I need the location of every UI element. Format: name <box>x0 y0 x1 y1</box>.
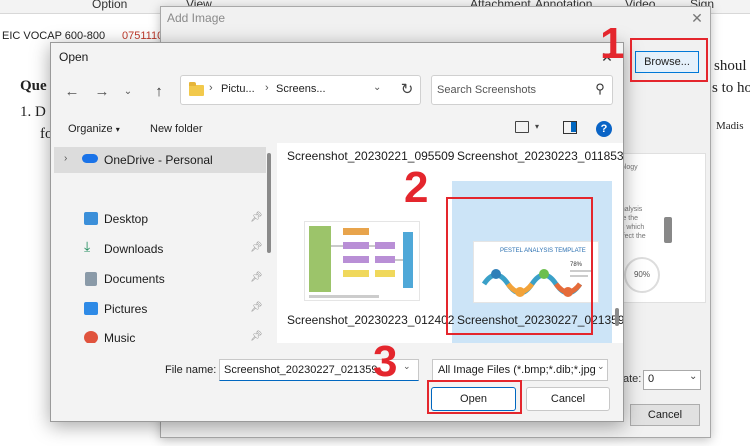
address-bar[interactable]: › Pictu... › Screens... ⌄ ↻ <box>180 75 421 105</box>
navigation-pane: › OneDrive - Personal Desktop 📌︎ ⤓ Downl… <box>52 143 274 343</box>
sidebar-item-label: Pictures <box>104 302 148 316</box>
sidebar-item-label: Desktop <box>104 212 149 226</box>
chevron-down-icon[interactable]: ▾ <box>535 122 539 131</box>
music-icon <box>84 331 98 343</box>
nav-scrollbar[interactable] <box>267 153 271 253</box>
chevron-down-icon[interactable]: ⌄ <box>689 371 697 382</box>
folder-icon <box>189 82 204 96</box>
sidebar-item-desktop[interactable]: Desktop 📌︎ <box>54 208 266 230</box>
sidebar-item-pictures[interactable]: Pictures 📌︎ <box>54 298 266 320</box>
view-icon[interactable] <box>515 121 529 133</box>
sidebar-item-label: OneDrive - Personal <box>104 153 213 167</box>
sidebar-item-onedrive[interactable]: › OneDrive - Personal <box>54 147 266 173</box>
open-highlight-box <box>427 380 522 414</box>
organize-button[interactable]: Organize ▾ <box>68 123 120 135</box>
search-input[interactable] <box>437 82 587 98</box>
file-item-label[interactable]: Screenshot_20230221_095509 <box>287 149 454 164</box>
step-number: 3 <box>373 337 398 386</box>
search-icon[interactable]: ⚲ <box>592 81 608 97</box>
cloud-icon <box>82 154 98 163</box>
forward-arrow-icon[interactable]: → <box>93 83 111 101</box>
chevron-down-icon[interactable]: ⌄ <box>119 83 137 101</box>
sidebar-item-label: Downloads <box>104 242 164 256</box>
sidebar-item-music[interactable]: Music 📌︎ <box>54 327 266 343</box>
chevron-down-icon: ▾ <box>115 125 120 134</box>
breadcrumb-item[interactable]: Screens... <box>276 83 326 95</box>
document-text: Que <box>20 78 47 94</box>
document-page-left: Que 1. D fo <box>0 46 56 446</box>
new-folder-button[interactable]: New folder <box>150 123 203 135</box>
file-thumbnail[interactable] <box>304 221 420 301</box>
file-item-label[interactable]: Screenshot_20230223_012402 <box>287 313 454 328</box>
chevron-down-icon[interactable]: ⌄ <box>403 361 411 372</box>
preview-pane-icon[interactable] <box>563 121 577 134</box>
add-image-cancel-button[interactable]: Cancel <box>630 404 700 426</box>
sidebar-item-label: Documents <box>104 272 165 286</box>
browse-highlight-box <box>630 38 708 82</box>
desktop-icon <box>84 212 98 225</box>
preview-percent: 90% <box>624 257 660 293</box>
chevron-right-icon[interactable]: › <box>64 153 67 164</box>
chevron-down-icon[interactable]: ⌄ <box>373 82 381 93</box>
cancel-button[interactable]: Cancel <box>526 387 610 411</box>
open-dialog-title: Open <box>59 50 89 64</box>
download-icon: ⤓ <box>84 238 91 254</box>
rotate-label: ate: <box>623 373 642 385</box>
sidebar-item-downloads[interactable]: ⤓ Downloads 📌︎ <box>54 238 266 260</box>
document-text: 1. D <box>20 104 46 120</box>
refresh-icon[interactable]: ↻ <box>396 79 418 101</box>
step-number: 2 <box>404 163 429 212</box>
pin-icon[interactable]: 📌︎ <box>250 272 263 283</box>
document-text: Madis <box>716 120 744 132</box>
preview-next-handle[interactable] <box>664 217 672 243</box>
back-arrow-icon[interactable]: ← <box>63 83 81 101</box>
breadcrumb-item[interactable]: Pictu... <box>221 83 255 95</box>
pin-icon[interactable]: 📌︎ <box>250 242 263 253</box>
help-icon[interactable]: ? <box>596 121 612 137</box>
sidebar-item-documents[interactable]: Documents 📌︎ <box>54 268 266 290</box>
add-image-title: Add Image <box>167 11 226 25</box>
document-text: s to ho <box>712 80 750 96</box>
document-text: shoul <box>714 58 747 74</box>
pictures-icon <box>84 302 98 315</box>
chevron-right-icon: › <box>265 82 269 94</box>
document-icon <box>85 272 97 286</box>
search-box: ⚲ <box>431 75 613 105</box>
flowchart-thumbnail <box>309 226 413 298</box>
file-type-select[interactable]: All Image Files (*.bmp;*.dib;*.jpg <box>432 359 608 381</box>
pin-icon[interactable]: 📌︎ <box>250 302 263 313</box>
menu-option[interactable]: Option <box>92 0 127 11</box>
file-item-label[interactable]: Screenshot_20230223_011853 <box>457 149 623 164</box>
chevron-right-icon: › <box>209 82 213 94</box>
file-name-label: File name: <box>165 364 217 376</box>
pin-icon[interactable]: 📌︎ <box>250 212 263 223</box>
chevron-down-icon[interactable]: ⌄ <box>597 361 605 372</box>
close-icon[interactable]: ✕ <box>689 10 705 26</box>
up-arrow-icon[interactable]: ↑ <box>150 83 168 101</box>
sidebar-item-label: Music <box>104 331 136 343</box>
file-highlight-box <box>446 197 593 335</box>
step-number: 1 <box>600 19 625 68</box>
content-scrollbar[interactable] <box>615 308 619 326</box>
organize-label: Organize <box>68 123 113 135</box>
pin-icon[interactable]: 📌︎ <box>250 331 263 342</box>
